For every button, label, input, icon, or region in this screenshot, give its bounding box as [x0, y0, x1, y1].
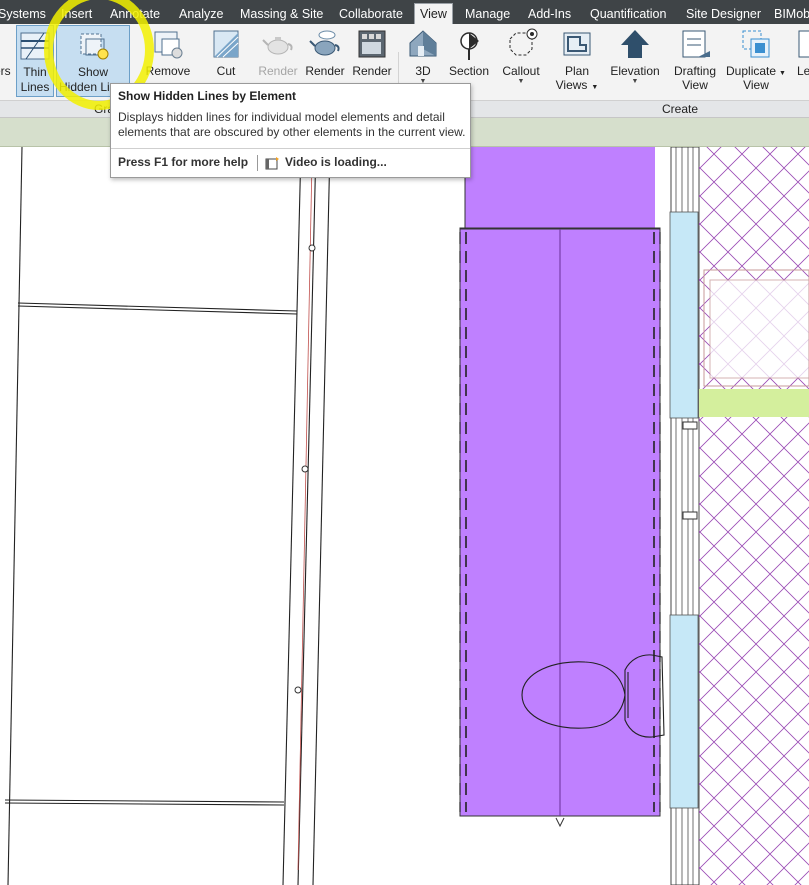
tab-view[interactable]: View [414, 3, 453, 25]
exterior-wall[interactable] [669, 147, 700, 885]
room-fill-region[interactable] [459, 147, 661, 828]
duplicate-view-icon [742, 30, 770, 58]
tooltip-separator [257, 155, 258, 171]
render-gallery-icon [358, 30, 386, 58]
tab-insert[interactable]: Insert [61, 4, 92, 24]
elevation-button[interactable]: Elevation ▼ [610, 24, 660, 98]
duplicate-view-button[interactable]: Duplicate ▼ View [726, 24, 786, 98]
tab-analyze[interactable]: Analyze [179, 4, 223, 24]
drawing-canvas[interactable] [0, 147, 809, 885]
wall-lines [4, 147, 331, 885]
legend-button[interactable]: Le [794, 24, 809, 98]
panel-create-title: Create [662, 102, 699, 116]
3d-view-house-icon [409, 30, 437, 57]
grip-point[interactable] [308, 244, 316, 252]
drafting-view-icon [682, 30, 710, 58]
tab-site-designer[interactable]: Site Designer [686, 4, 761, 24]
tooltip-show-hidden-lines: Show Hidden Lines by Element Displays hi… [110, 83, 471, 178]
thin-lines-icon [20, 32, 50, 60]
grip-point[interactable] [294, 686, 302, 694]
ribbon-tab-bar: Systems Insert Annotate Analyze Massing … [0, 0, 809, 25]
tooltip-title: Show Hidden Lines by Element [118, 89, 297, 103]
grip-point[interactable] [301, 465, 309, 473]
tab-systems[interactable]: Systems [0, 4, 46, 24]
section-icon [460, 32, 479, 60]
callout-icon [509, 28, 538, 56]
tab-quantification[interactable]: Quantification [590, 4, 666, 24]
callout-button[interactable]: Callout ▼ [500, 24, 542, 98]
layers-button[interactable]: ers [0, 24, 14, 98]
thin-lines-button[interactable]: Thin Lines [16, 25, 54, 97]
elevation-icon [621, 30, 649, 58]
plan-views-button[interactable]: Plan Views ▼ [556, 24, 598, 98]
video-icon [265, 157, 279, 170]
legend-icon [798, 30, 809, 58]
tab-collaborate[interactable]: Collaborate [339, 4, 403, 24]
tooltip-description: Displays hidden lines for individual mod… [118, 110, 466, 139]
red-reference-line [297, 159, 313, 871]
tab-manage[interactable]: Manage [465, 4, 510, 24]
cut-profile-icon [213, 30, 239, 58]
remove-hidden-lines-icon [154, 31, 183, 59]
tooltip-divider [111, 148, 470, 149]
tooltip-video-status[interactable]: Video is loading... [285, 155, 387, 169]
hatched-wall-region [699, 147, 809, 885]
tooltip-help-text: Press F1 for more help [118, 155, 249, 169]
tab-massing-site[interactable]: Massing & Site [240, 4, 323, 24]
render-teapot-icon [262, 37, 293, 55]
plan-views-icon [563, 32, 591, 56]
show-hidden-lines-icon [80, 33, 109, 60]
tab-add-ins[interactable]: Add-Ins [528, 4, 571, 24]
tab-bimob[interactable]: BIMob [774, 4, 809, 24]
drafting-view-button[interactable]: Drafting View [672, 24, 718, 98]
render-cloud-teapot-icon [309, 30, 340, 56]
tab-annotate[interactable]: Annotate [110, 4, 160, 24]
